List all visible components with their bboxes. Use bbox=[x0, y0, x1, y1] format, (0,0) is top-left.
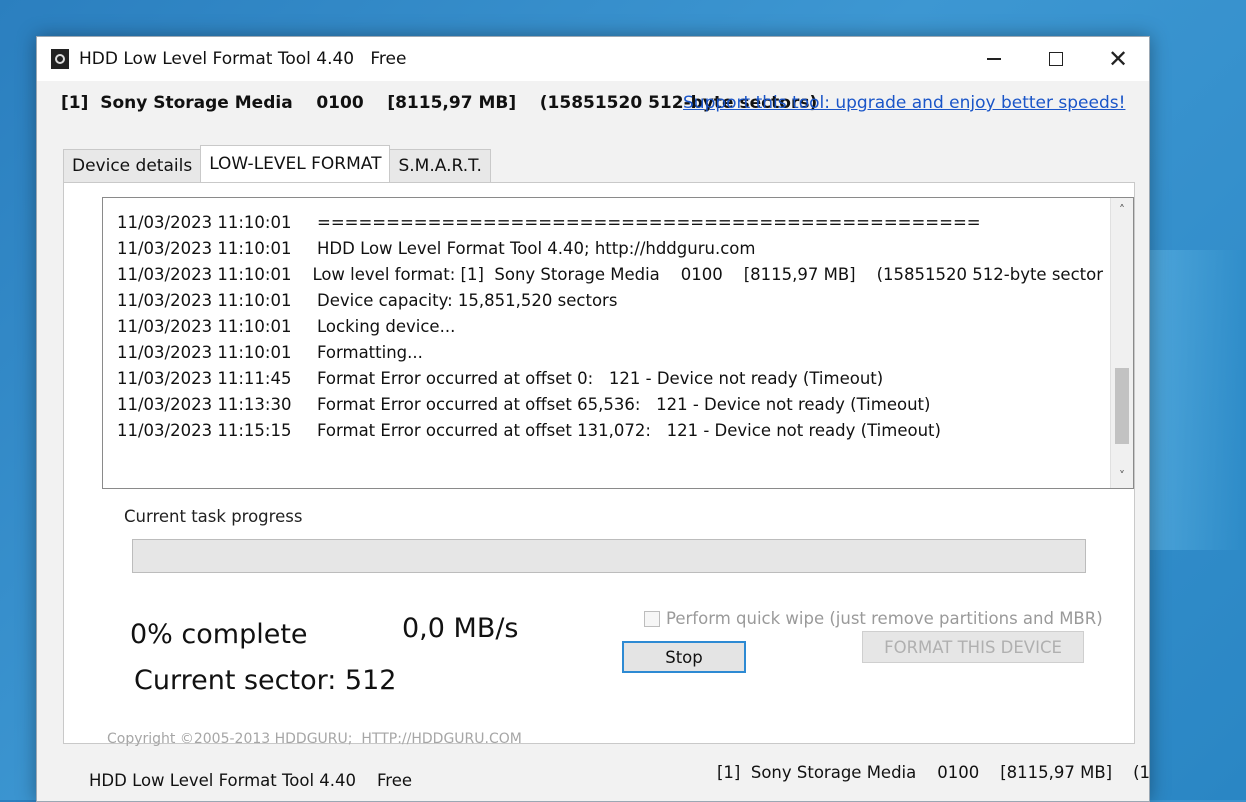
quick-wipe-checkbox[interactable] bbox=[644, 610, 660, 627]
window-controls: ✕ bbox=[963, 37, 1149, 81]
log-line: 11/03/2023 11:15:15 Format Error occurred… bbox=[117, 418, 1103, 444]
status-bar: HDD Low Level Format Tool 4.40 Free [1] … bbox=[37, 761, 1151, 801]
tab-bar: Device details LOW-LEVEL FORMAT S.M.A.R.… bbox=[63, 145, 491, 182]
log-time: 11/03/2023 11:10:01 bbox=[117, 265, 292, 284]
window-title: HDD Low Level Format Tool 4.40 Free bbox=[79, 49, 407, 69]
log-message: Locking device... bbox=[317, 317, 456, 336]
log-line: 11/03/2023 11:10:01 Device capacity: 15,8… bbox=[117, 288, 1103, 314]
quick-wipe-label: Perform quick wipe (just remove partitio… bbox=[666, 609, 1103, 628]
log-line: 11/03/2023 11:11:45 Format Error occurred… bbox=[117, 366, 1103, 392]
log-line: 11/03/2023 11:10:01 Formatting... bbox=[117, 340, 1103, 366]
app-icon bbox=[51, 49, 69, 69]
maximize-button[interactable] bbox=[1025, 37, 1087, 81]
percent-complete: 0% complete bbox=[130, 619, 308, 650]
log-lines: 11/03/2023 11:10:01 =====================… bbox=[117, 210, 1103, 444]
scroll-thumb[interactable] bbox=[1115, 368, 1129, 444]
scroll-down-icon[interactable]: ˅ bbox=[1111, 466, 1133, 486]
log-message: Format Error occurred at offset 0: 121 -… bbox=[317, 369, 884, 388]
log-box[interactable]: 11/03/2023 11:10:01 =====================… bbox=[102, 197, 1134, 489]
log-time: 11/03/2023 11:10:01 bbox=[117, 291, 292, 310]
log-message: Format Error occurred at offset 65,536: … bbox=[317, 395, 931, 414]
stop-button[interactable]: Stop bbox=[622, 641, 746, 673]
tab-low-level-format[interactable]: LOW-LEVEL FORMAT bbox=[200, 145, 391, 182]
log-message: Device capacity: 15,851,520 sectors bbox=[317, 291, 618, 310]
quick-wipe-option[interactable]: Perform quick wipe (just remove partitio… bbox=[644, 609, 1103, 628]
log-line: 11/03/2023 11:10:01 HDD Low Level Format … bbox=[117, 236, 1103, 262]
log-time: 11/03/2023 11:10:01 bbox=[117, 239, 292, 258]
close-button[interactable]: ✕ bbox=[1087, 37, 1149, 81]
log-time: 11/03/2023 11:10:01 bbox=[117, 343, 292, 362]
log-line: 11/03/2023 11:10:01 =====================… bbox=[117, 210, 1103, 236]
title-bar[interactable]: HDD Low Level Format Tool 4.40 Free ✕ bbox=[37, 37, 1149, 81]
tab-smart[interactable]: S.M.A.R.T. bbox=[389, 149, 491, 182]
log-time: 11/03/2023 11:13:30 bbox=[117, 395, 292, 414]
progress-label: Current task progress bbox=[124, 507, 303, 526]
status-device-info: [1] Sony Storage Media 0100 [8115,97 MB]… bbox=[717, 763, 1151, 782]
log-line: 11/03/2023 11:13:30 Format Error occurred… bbox=[117, 392, 1103, 418]
status-app-info: HDD Low Level Format Tool 4.40 Free bbox=[89, 771, 413, 790]
log-message: Formatting... bbox=[317, 343, 423, 362]
close-icon: ✕ bbox=[1107, 45, 1129, 73]
maximize-icon bbox=[1049, 52, 1063, 66]
minimize-button[interactable] bbox=[963, 37, 1025, 81]
transfer-speed: 0,0 MB/s bbox=[402, 613, 519, 644]
progress-group: Current task progress bbox=[116, 499, 1116, 583]
log-message: Format Error occurred at offset 131,072:… bbox=[317, 421, 941, 440]
log-message: Low level format: [1] Sony Storage Media… bbox=[312, 265, 1103, 284]
copyright-text: Copyright ©2005-2013 HDDGURU; HTTP://HDD… bbox=[107, 731, 522, 747]
tab-panel: 11/03/2023 11:10:01 =====================… bbox=[63, 182, 1135, 800]
log-time: 11/03/2023 11:10:01 bbox=[117, 317, 292, 336]
support-link[interactable]: Support this tool: upgrade and enjoy bet… bbox=[683, 93, 1125, 113]
edition-label: Free bbox=[370, 49, 407, 69]
log-message: ========================================… bbox=[317, 213, 981, 232]
current-sector: Current sector: 512 bbox=[134, 665, 397, 696]
log-message: HDD Low Level Format Tool 4.40; http://h… bbox=[317, 239, 756, 258]
log-line: 11/03/2023 11:10:01 Locking device... bbox=[117, 314, 1103, 340]
tab-device-details[interactable]: Device details bbox=[63, 149, 202, 182]
log-line: 11/03/2023 11:10:01 Low level format: [1]… bbox=[117, 262, 1103, 288]
progress-bar bbox=[132, 539, 1086, 573]
log-time: 11/03/2023 11:15:15 bbox=[117, 421, 292, 440]
scroll-up-icon[interactable]: ˄ bbox=[1111, 200, 1133, 220]
log-time: 11/03/2023 11:11:45 bbox=[117, 369, 292, 388]
app-window: HDD Low Level Format Tool 4.40 Free ✕ [1… bbox=[36, 36, 1150, 802]
minimize-icon bbox=[987, 58, 1001, 60]
format-device-button[interactable]: FORMAT THIS DEVICE bbox=[862, 631, 1084, 663]
log-time: 11/03/2023 11:10:01 bbox=[117, 213, 292, 232]
log-scrollbar[interactable]: ˄ ˅ bbox=[1110, 198, 1133, 488]
